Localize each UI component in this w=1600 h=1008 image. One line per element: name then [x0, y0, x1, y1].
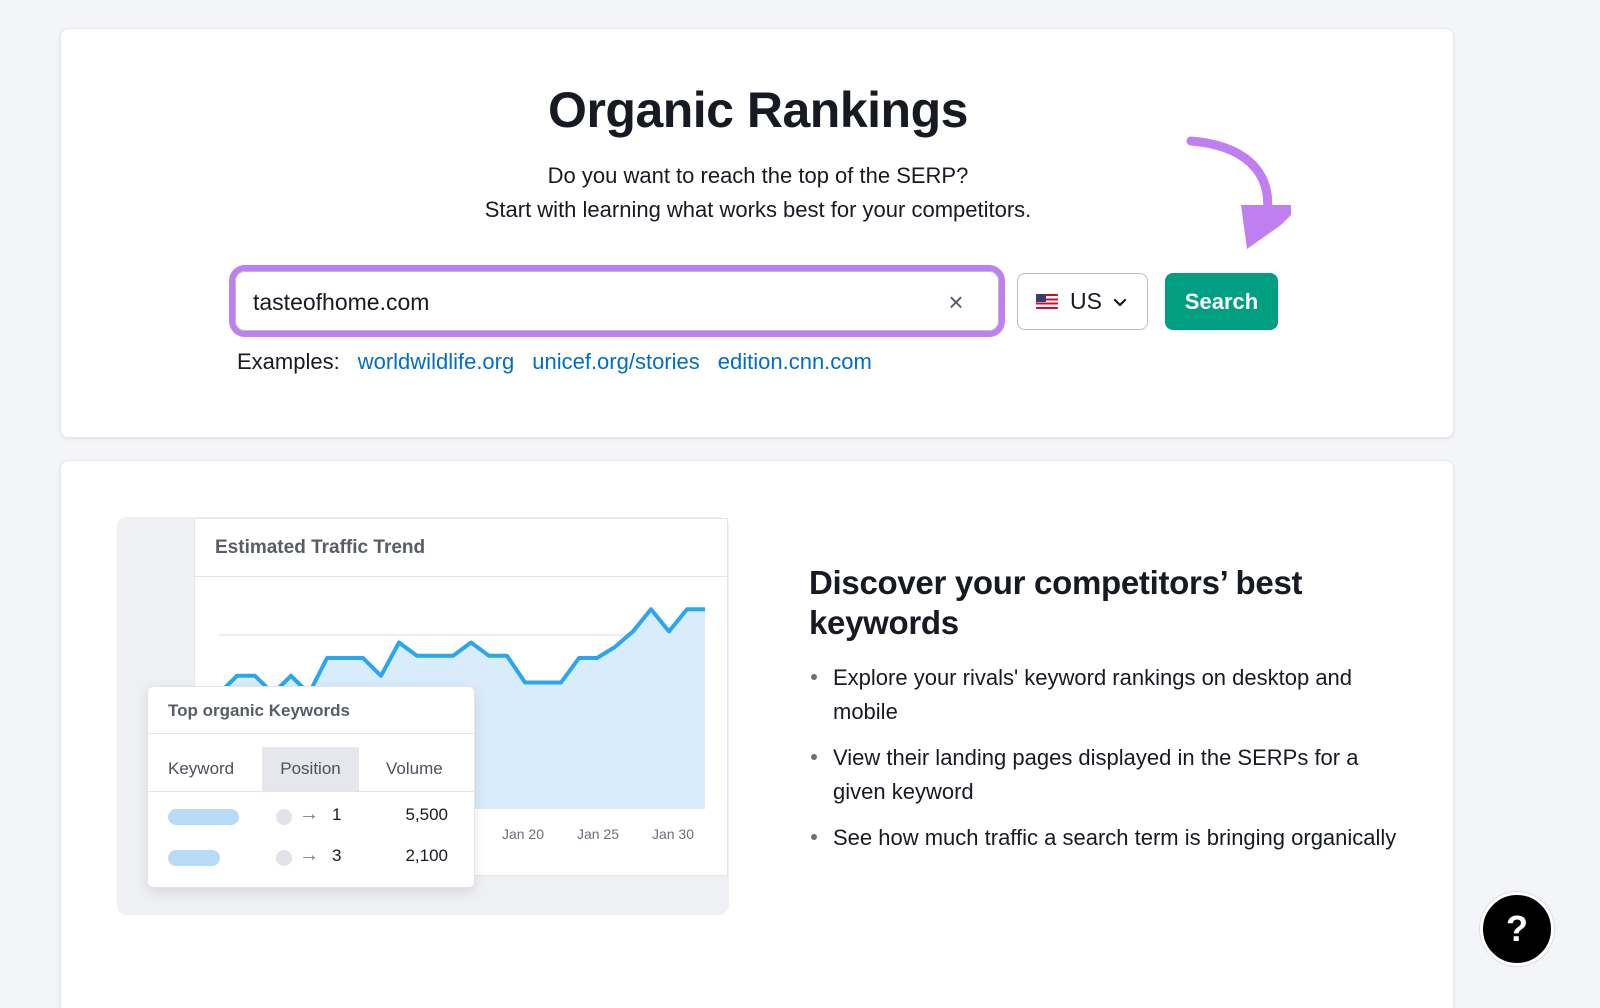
example-link-worldwildlife[interactable]: worldwildlife.org: [358, 349, 515, 375]
example-link-cnn[interactable]: edition.cnn.com: [718, 349, 872, 375]
list-item: Explore your rivals' keyword rankings on…: [809, 661, 1399, 729]
feature-list: Explore your rivals' keyword rankings on…: [809, 661, 1399, 867]
top-keywords-card: Top organic Keywords Keyword Position Vo…: [147, 686, 475, 888]
chevron-down-icon: [1113, 298, 1127, 306]
feature-title: Discover your competitors’ best keywords: [809, 564, 1303, 641]
example-link-unicef[interactable]: unicef.org/stories: [532, 349, 700, 375]
examples-label: Examples:: [237, 349, 340, 374]
keyword-placeholder-bar: [168, 809, 239, 825]
dot-icon: [276, 809, 292, 825]
domain-search-input[interactable]: [253, 285, 913, 319]
us-flag-icon: [1036, 294, 1058, 309]
volume-value: 2,100: [405, 846, 448, 865]
x-tick-label: Jan 20: [502, 826, 544, 842]
clear-icon[interactable]: ×: [941, 287, 971, 317]
country-label: US: [1070, 288, 1102, 314]
x-tick-label: Jan 25: [577, 826, 619, 842]
search-button[interactable]: Search: [1165, 273, 1278, 330]
table-row: → 1 5,500: [148, 801, 474, 831]
column-header-position: Position: [262, 747, 359, 791]
keywords-title: Top organic Keywords: [168, 701, 350, 720]
help-button[interactable]: ?: [1480, 892, 1554, 966]
country-selector[interactable]: US: [1017, 273, 1148, 330]
column-header-keyword: Keyword: [168, 759, 235, 778]
domain-search-box: ×: [229, 265, 1005, 337]
column-header-volume: Volume: [386, 759, 443, 778]
trend-title: Estimated Traffic Trend: [215, 537, 426, 558]
volume-value: 5,500: [405, 805, 448, 824]
position-value: 3: [332, 846, 342, 865]
position-value: 1: [332, 805, 342, 824]
examples-row: Examples: worldwildlife.org unicef.org/s…: [237, 349, 872, 375]
search-card: Organic Rankings Do you want to reach th…: [60, 28, 1454, 438]
list-item: See how much traffic a search term is br…: [809, 821, 1399, 855]
arrow-right-icon: →: [299, 803, 319, 825]
keyword-placeholder-bar: [168, 850, 220, 866]
feature-card: Estimated Traffic Trend Jan 20 Jan 25 Jan …: [60, 460, 1454, 1008]
table-row: → 3 2,100: [148, 842, 474, 872]
list-item: View their landing pages displayed in th…: [809, 741, 1399, 809]
curved-arrow-icon: [1186, 136, 1291, 249]
arrow-right-icon: →: [299, 844, 319, 866]
dot-icon: [276, 850, 292, 866]
x-tick-label: Jan 30: [652, 826, 694, 842]
